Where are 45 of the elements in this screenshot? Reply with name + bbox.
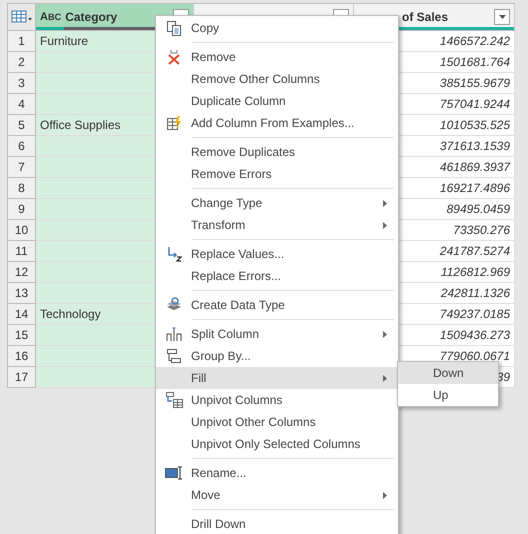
row-number: 14	[8, 304, 36, 325]
column-name: of Sales	[402, 10, 448, 24]
table-menu-button[interactable]	[8, 4, 36, 31]
group-by-icon	[166, 348, 182, 364]
menu-item[interactable]: Rename...	[156, 462, 398, 484]
rename-icon	[164, 465, 182, 481]
submenu-arrow-icon	[383, 374, 387, 382]
split-column-icon	[166, 326, 182, 342]
row-number: 11	[8, 241, 36, 262]
menu-item[interactable]: Unpivot Only Selected Columns	[156, 433, 398, 455]
menu-item[interactable]: Down	[398, 362, 498, 384]
row-number: 3	[8, 73, 36, 94]
menu-item[interactable]: Unpivot Columns	[156, 389, 398, 411]
menu-item[interactable]: Fill	[156, 367, 398, 389]
row-number: 8	[8, 178, 36, 199]
filter-dropdown-button[interactable]	[494, 9, 510, 25]
row-number: 15	[8, 325, 36, 346]
table-lightning-icon	[166, 115, 182, 131]
row-number: 6	[8, 136, 36, 157]
submenu-arrow-icon	[383, 200, 387, 206]
row-number: 9	[8, 199, 36, 220]
copy-icon	[166, 20, 182, 36]
row-number: 7	[8, 157, 36, 178]
submenu-arrow-icon	[383, 222, 387, 228]
menu-item[interactable]: Drill Down	[156, 513, 398, 534]
submenu-arrow-icon	[383, 492, 387, 498]
delete-icon	[166, 49, 182, 65]
row-number: 13	[8, 283, 36, 304]
replace-values-icon	[166, 246, 182, 262]
row-number: 12	[8, 262, 36, 283]
row-number: 16	[8, 346, 36, 367]
layers-icon	[166, 297, 182, 313]
column-name: Category	[65, 10, 118, 24]
table-icon	[10, 10, 32, 24]
row-number: 17	[8, 367, 36, 388]
unpivot-icon	[164, 392, 182, 408]
menu-item[interactable]: Unpivot Other Columns	[156, 411, 398, 433]
row-number: 1	[8, 31, 36, 52]
row-number: 10	[8, 220, 36, 241]
caret-icon	[498, 15, 506, 19]
row-number: 2	[8, 52, 36, 73]
menu-item[interactable]: Move	[156, 484, 398, 506]
submenu-arrow-icon	[383, 330, 387, 338]
row-number: 5	[8, 115, 36, 136]
row-number: 4	[8, 94, 36, 115]
